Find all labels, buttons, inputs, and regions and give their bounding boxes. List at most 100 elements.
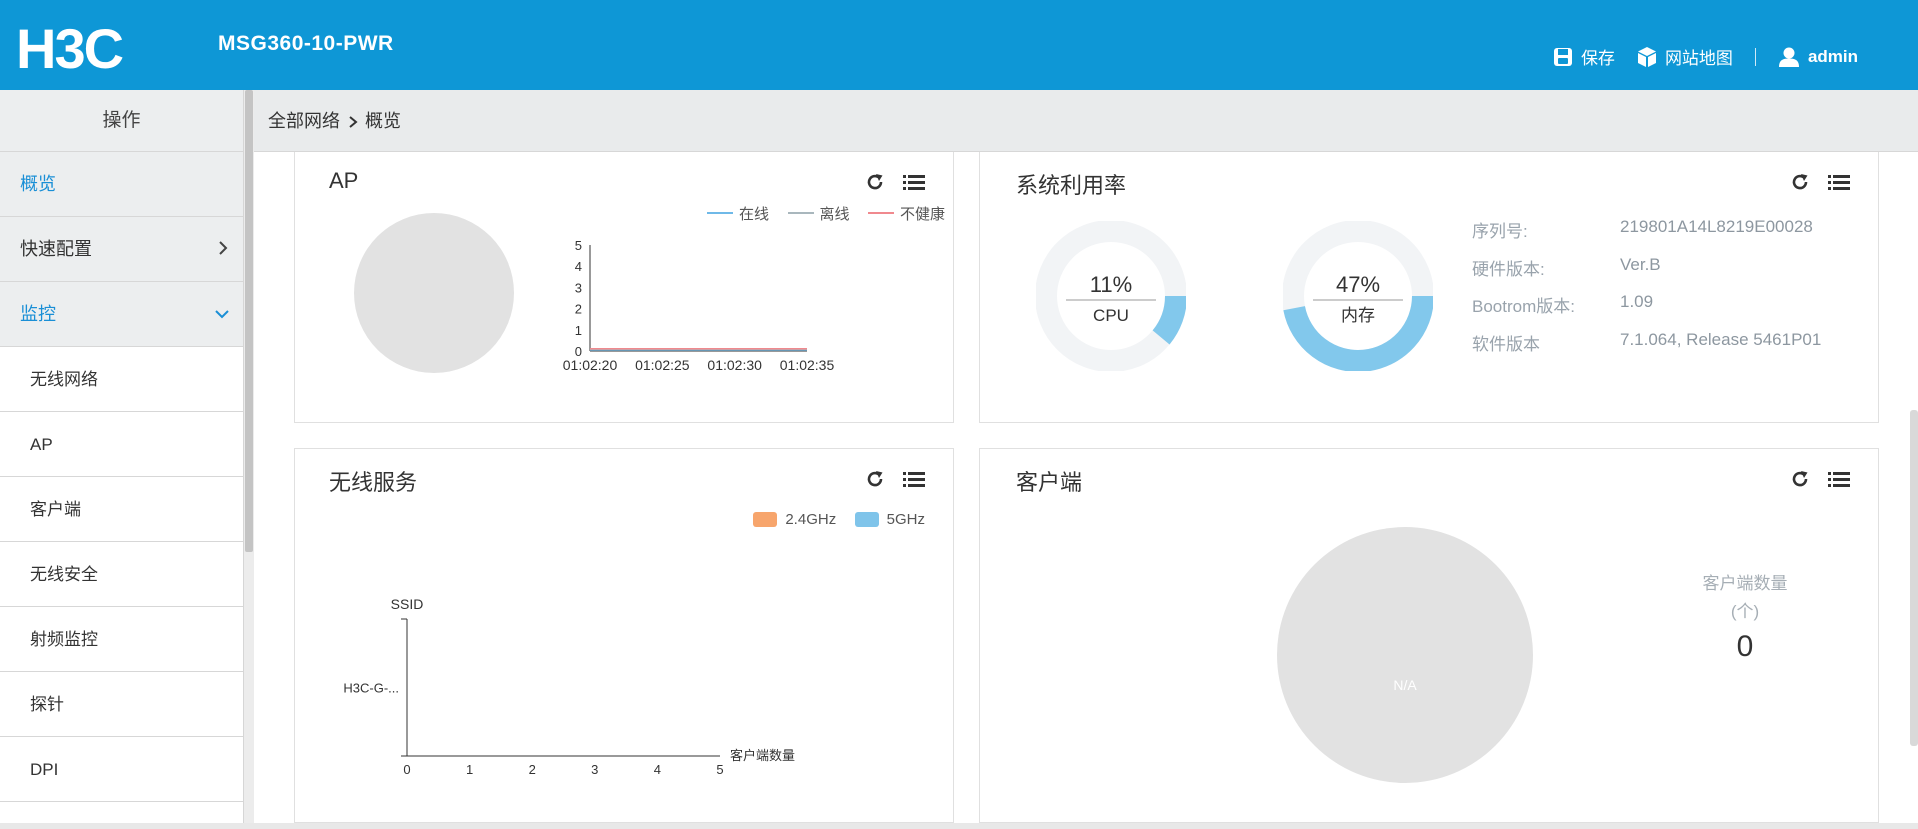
legend-label: 不健康 [899, 205, 945, 223]
list-icon[interactable] [1828, 470, 1850, 488]
panel-tools [847, 469, 925, 489]
breadcrumb: 全部网络 概览 [254, 90, 1918, 152]
x-tick-label: 2 [529, 762, 536, 777]
legend-swatch [787, 212, 814, 214]
panel-title: 无线服务 [329, 470, 418, 495]
sidebar-subitem-ap[interactable]: AP [0, 412, 243, 477]
sidebar-subitem-dpi[interactable]: DPI [0, 737, 243, 802]
info-row-serial: 序列号: 219801A14L8219E00028 [1472, 217, 1821, 255]
chevron-right-icon [349, 116, 358, 128]
user-menu[interactable]: admin [1778, 46, 1858, 68]
refresh-icon[interactable] [1790, 469, 1810, 489]
panel-title: 客户端 [1016, 470, 1083, 495]
breadcrumb-root[interactable]: 全部网络 [268, 111, 340, 131]
sidebar-subitem-wireless-security[interactable]: 无线安全 [0, 542, 243, 607]
refresh-icon[interactable] [1790, 172, 1810, 192]
top-nav: 保存 网站地图 admin [1531, 44, 1858, 69]
gauge-value: 11% [1090, 272, 1132, 297]
cpu-gauge: 11% CPU [1036, 221, 1186, 371]
user-icon [1778, 47, 1799, 67]
pie-label: N/A [1393, 677, 1417, 693]
sidebar-subitem-probe[interactable]: 探针 [0, 672, 243, 737]
y-tick-label: 5 [575, 238, 582, 253]
legend-item-5g[interactable]: 5GHz [854, 511, 925, 528]
info-value: 1.09 [1620, 292, 1654, 311]
sidebar-item-monitor[interactable]: 监控 [0, 282, 243, 347]
legend-swatch [854, 512, 879, 527]
content-scrollbar[interactable] [1910, 410, 1918, 746]
ap-legend: 在线 离线 不健康 [645, 201, 945, 224]
x-axis-title: 客户端数量 [730, 748, 795, 763]
chevron-down-icon [215, 282, 229, 347]
legend-item-online[interactable]: 在线 [707, 203, 769, 224]
legend-item-2g[interactable]: 2.4GHz [753, 511, 836, 528]
device-name: MSG360-10-PWR [218, 32, 394, 55]
client-count-label: 客户端数量 [1702, 574, 1788, 593]
legend-item-offline[interactable]: 离线 [787, 203, 850, 224]
user-name: admin [1807, 46, 1858, 66]
sidebar-header: 操作 [0, 90, 243, 152]
breadcrumb-current: 概览 [365, 111, 402, 131]
y-tick-label: 3 [575, 280, 582, 295]
legend-swatch [753, 512, 778, 527]
x-tick-label: 0 [403, 762, 410, 777]
save-button[interactable]: 保存 [1553, 44, 1615, 69]
x-tick-label: 01:02:20 [563, 357, 618, 373]
panel-title: 系统利用率 [1016, 173, 1127, 198]
y-tick-label: 2 [575, 302, 582, 317]
save-label: 保存 [1580, 49, 1615, 68]
info-key: Bootrom版本: [1472, 297, 1575, 316]
gauge-value: 47% [1336, 272, 1380, 297]
ap-panel: AP 在线 离线 不健康 0 1 2 3 4 5 01:02:20 01:02:25 01:02… [294, 152, 954, 423]
panel-tools [1772, 172, 1850, 192]
sitemap-button[interactable]: 网站地图 [1637, 44, 1733, 69]
sidebar-item-label: 快速配置 [20, 239, 92, 259]
sidebar-subitem-rf-monitor[interactable]: 射频监控 [0, 607, 243, 672]
client-count-value: 0 [1736, 630, 1754, 663]
list-icon[interactable] [903, 173, 925, 191]
save-icon [1553, 47, 1572, 66]
x-tick-label: 01:02:35 [780, 357, 835, 373]
gauge-fill [1152, 295, 1186, 345]
panel-tools [1772, 469, 1850, 489]
y-tick-label: 1 [575, 323, 582, 338]
refresh-icon[interactable] [865, 172, 885, 192]
horizontal-scrollbar[interactable] [0, 823, 1918, 829]
sidebar-item-overview[interactable]: 概览 [0, 152, 243, 217]
legend-swatch [867, 212, 894, 214]
legend-label: 5GHz [886, 511, 925, 528]
sidebar-scroll-thumb[interactable] [245, 90, 253, 552]
chevron-right-icon [217, 217, 229, 282]
legend-item-unhealthy[interactable]: 不健康 [867, 203, 945, 224]
sidebar-item-quick-config[interactable]: 快速配置 [0, 217, 243, 282]
sitemap-label: 网站地图 [1664, 49, 1733, 68]
info-key: 软件版本 [1472, 334, 1540, 354]
sidebar-scrollbar[interactable] [244, 90, 254, 829]
client-count-block: 客户端数量 (个) 0 [1670, 569, 1820, 664]
h3c-logo[interactable]: H3C [16, 24, 194, 72]
wireless-bar-chart: SSID 0 1 2 3 4 5 客户端数量 H3C-G-... [343, 596, 795, 777]
sidebar-subitem-wireless-network[interactable]: 无线网络 [0, 347, 243, 412]
y-axis-title: SSID [391, 596, 424, 612]
list-icon[interactable] [1828, 173, 1850, 191]
info-value: Ver.B [1620, 254, 1661, 274]
sidebar-item-label: 概览 [20, 174, 56, 194]
gauge-label: CPU [1093, 306, 1129, 325]
info-key: 硬件版本: [1472, 259, 1545, 279]
info-value: 7.1.064, Release 5461P01 [1620, 329, 1822, 349]
info-row-hardware: 硬件版本: Ver.B [1472, 255, 1821, 293]
refresh-icon[interactable] [865, 469, 885, 489]
clients-panel: 客户端 N/A 客户端数量 (个) 0 [979, 448, 1879, 823]
sidebar-subitem-clients[interactable]: 客户端 [0, 477, 243, 542]
ap-line-chart: 01234501:02:20 01:02:25 01:02:30 01:02:35 [563, 238, 835, 373]
list-icon[interactable] [903, 470, 925, 488]
legend-label: 2.4GHz [785, 511, 837, 528]
device-info: 序列号: 219801A14L8219E00028 硬件版本: Ver.B Boot… [1472, 217, 1821, 367]
top-header: H3C MSG360-10-PWR 保存 网站地图 admin [0, 0, 1918, 90]
ap-status-pie [354, 213, 514, 373]
legend-swatch [707, 212, 734, 214]
clients-pie: N/A [1277, 527, 1533, 783]
legend-label: 离线 [819, 205, 850, 223]
x-tick-label: 01:02:30 [707, 357, 762, 373]
x-tick-label: 01:02:25 [635, 357, 690, 373]
